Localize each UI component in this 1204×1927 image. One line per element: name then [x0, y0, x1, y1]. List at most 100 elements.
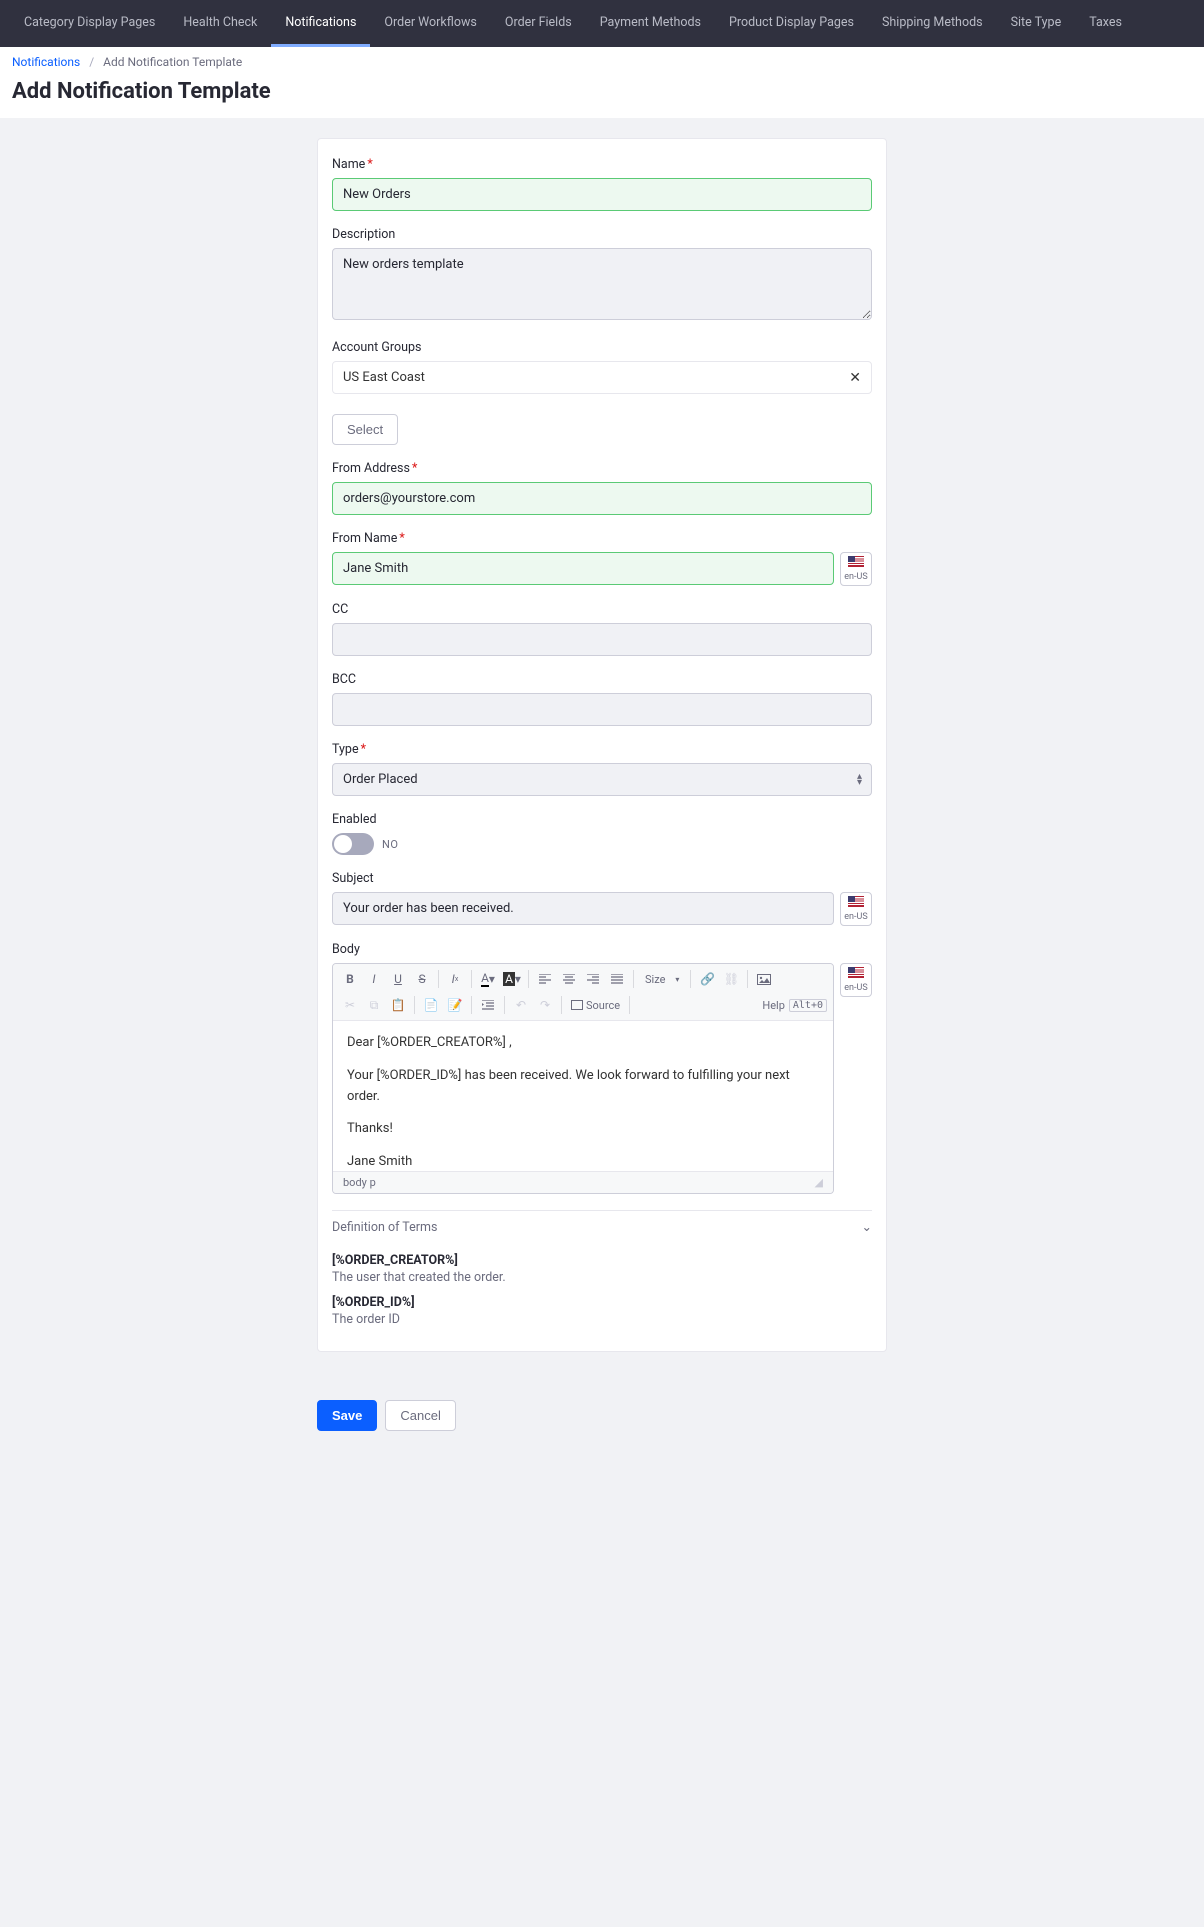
save-button[interactable]: Save: [317, 1400, 377, 1431]
nav-order-fields[interactable]: Order Fields: [491, 0, 586, 47]
top-nav: Category Display Pages Health Check Noti…: [0, 0, 1204, 47]
locale-label: en-US: [844, 983, 867, 993]
nav-order-workflows[interactable]: Order Workflows: [370, 0, 490, 47]
chevron-down-icon: ⌄: [862, 1219, 872, 1235]
description-label: Description: [332, 227, 872, 242]
form-card: Name* Description New orders template Ac…: [317, 138, 887, 1352]
align-left-button[interactable]: [534, 968, 556, 990]
name-label: Name*: [332, 157, 872, 172]
enabled-label: Enabled: [332, 812, 872, 827]
enabled-state-text: NO: [382, 838, 398, 851]
body-paragraph: Jane Smith: [347, 1152, 819, 1171]
link-button[interactable]: 🔗: [696, 968, 718, 990]
cancel-button[interactable]: Cancel: [385, 1400, 455, 1431]
nav-product-display-pages[interactable]: Product Display Pages: [715, 0, 868, 47]
copy-button[interactable]: ⧉: [363, 994, 385, 1016]
nav-shipping-methods[interactable]: Shipping Methods: [868, 0, 997, 47]
definitions-body: [%ORDER_CREATOR%] The user that created …: [332, 1253, 872, 1327]
definition-description: The order ID: [332, 1312, 872, 1327]
definition-term: [%ORDER_ID%]: [332, 1295, 872, 1310]
us-flag-icon: [848, 896, 864, 907]
account-groups-label: Account Groups: [332, 340, 872, 355]
select-account-group-button[interactable]: Select: [332, 414, 398, 445]
italic-button[interactable]: I: [363, 968, 385, 990]
breadcrumb: Notifications / Add Notification Templat…: [12, 55, 1192, 69]
image-button[interactable]: [753, 968, 775, 990]
cut-button[interactable]: ✂: [339, 994, 361, 1016]
nav-category-display-pages[interactable]: Category Display Pages: [10, 0, 169, 47]
rich-text-editor: B I U S Ix A▾ A▾: [332, 963, 834, 1194]
cc-input[interactable]: [332, 623, 872, 656]
name-input[interactable]: [332, 178, 872, 211]
body-paragraph: Your [%ORDER_ID%] has been received. We …: [347, 1066, 819, 1108]
paste-button[interactable]: 📋: [387, 994, 409, 1016]
body-paragraph: Thanks!: [347, 1119, 819, 1140]
bcc-label: BCC: [332, 672, 872, 687]
definition-item: [%ORDER_ID%] The order ID: [332, 1295, 872, 1327]
editor-toolbar: B I U S Ix A▾ A▾: [333, 964, 833, 1021]
redo-button[interactable]: ↷: [534, 994, 556, 1016]
underline-button[interactable]: U: [387, 968, 409, 990]
unlink-button[interactable]: ⛓: [720, 968, 742, 990]
definition-term: [%ORDER_CREATOR%]: [332, 1253, 872, 1268]
from-address-input[interactable]: [332, 482, 872, 515]
description-textarea[interactable]: New orders template: [332, 248, 872, 320]
remove-format-button[interactable]: Ix: [444, 968, 466, 990]
editor-status-bar: body p ◢: [333, 1171, 833, 1193]
account-group-value: US East Coast: [343, 370, 425, 385]
type-select[interactable]: Order Placed: [332, 763, 872, 796]
definitions-toggle[interactable]: Definition of Terms ⌄: [332, 1210, 872, 1243]
from-name-input[interactable]: [332, 552, 834, 585]
text-color-button[interactable]: A▾: [477, 968, 499, 990]
nav-payment-methods[interactable]: Payment Methods: [586, 0, 715, 47]
definition-item: [%ORDER_CREATOR%] The user that created …: [332, 1253, 872, 1285]
header: Notifications / Add Notification Templat…: [0, 47, 1204, 118]
us-flag-icon: [848, 556, 864, 567]
page-title: Add Notification Template: [12, 79, 1192, 104]
body-paragraph: Dear [%ORDER_CREATOR%] ,: [347, 1033, 819, 1054]
type-label: Type*: [332, 742, 872, 757]
cc-label: CC: [332, 602, 872, 617]
indent-button[interactable]: [477, 994, 499, 1016]
bcc-input[interactable]: [332, 693, 872, 726]
account-group-item: US East Coast ✕: [332, 361, 872, 394]
source-button[interactable]: Source: [567, 994, 624, 1016]
remove-account-group-icon[interactable]: ✕: [849, 371, 861, 385]
subject-label: Subject: [332, 871, 872, 886]
definitions-title: Definition of Terms: [332, 1220, 437, 1235]
paste-text-button[interactable]: 📄: [420, 994, 442, 1016]
breadcrumb-link-notifications[interactable]: Notifications: [12, 55, 80, 69]
nav-health-check[interactable]: Health Check: [169, 0, 271, 47]
breadcrumb-current: Add Notification Template: [103, 55, 242, 69]
nav-notifications[interactable]: Notifications: [271, 0, 370, 47]
nav-site-type[interactable]: Site Type: [997, 0, 1076, 47]
from-name-locale-selector[interactable]: en-US: [840, 552, 872, 586]
from-name-label: From Name*: [332, 531, 872, 546]
font-size-dropdown[interactable]: Size ▾: [639, 973, 685, 986]
subject-input[interactable]: [332, 892, 834, 925]
editor-resize-handle[interactable]: ◢: [815, 1176, 823, 1189]
us-flag-icon: [848, 967, 864, 978]
body-label: Body: [332, 942, 872, 957]
nav-taxes[interactable]: Taxes: [1075, 0, 1136, 47]
locale-label: en-US: [844, 572, 867, 582]
locale-label: en-US: [844, 912, 867, 922]
strikethrough-button[interactable]: S: [411, 968, 433, 990]
editor-help[interactable]: Help Alt+0: [762, 999, 827, 1012]
bold-button[interactable]: B: [339, 968, 361, 990]
editor-content[interactable]: Dear [%ORDER_CREATOR%] , Your [%ORDER_ID…: [333, 1021, 833, 1171]
definition-description: The user that created the order.: [332, 1270, 872, 1285]
enabled-toggle[interactable]: [332, 833, 374, 855]
breadcrumb-separator: /: [89, 55, 94, 69]
paste-word-button[interactable]: 📝: [444, 994, 466, 1016]
from-address-label: From Address*: [332, 461, 872, 476]
editor-element-path[interactable]: body p: [343, 1176, 376, 1189]
form-footer: Save Cancel: [317, 1400, 887, 1431]
align-center-button[interactable]: [558, 968, 580, 990]
body-locale-selector[interactable]: en-US: [840, 963, 872, 997]
background-color-button[interactable]: A▾: [501, 968, 523, 990]
align-justify-button[interactable]: [606, 968, 628, 990]
align-right-button[interactable]: [582, 968, 604, 990]
subject-locale-selector[interactable]: en-US: [840, 892, 872, 926]
undo-button[interactable]: ↶: [510, 994, 532, 1016]
